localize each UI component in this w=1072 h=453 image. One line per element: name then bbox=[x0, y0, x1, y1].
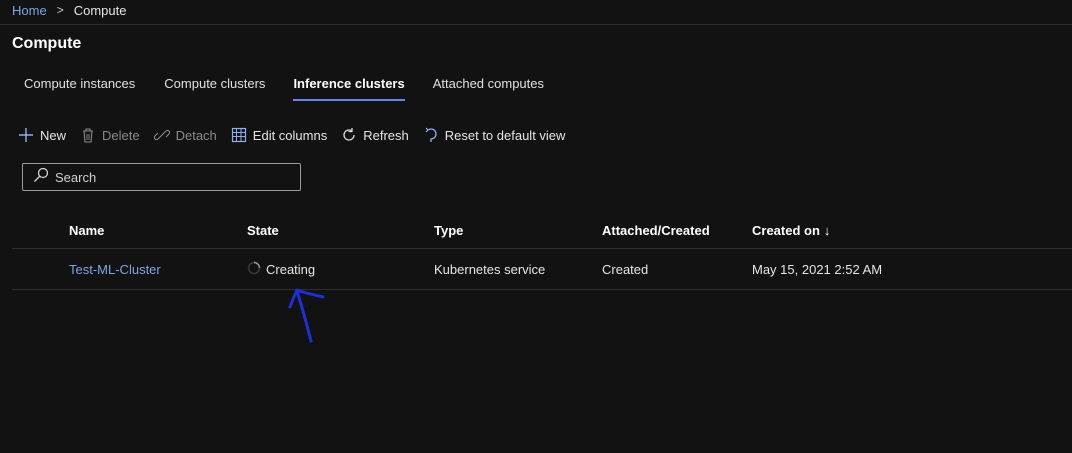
tab-inference-clusters[interactable]: Inference clusters bbox=[293, 76, 406, 101]
cell-attached-created: Created bbox=[602, 261, 649, 277]
search-icon bbox=[33, 167, 49, 188]
column-header-type[interactable]: Type bbox=[434, 223, 602, 238]
state-text: Creating bbox=[266, 261, 316, 277]
reset-view-button[interactable]: Reset to default view bbox=[423, 124, 566, 146]
refresh-button[interactable]: Refresh bbox=[341, 124, 409, 146]
column-header-created-on[interactable]: Created on ↓ bbox=[752, 223, 952, 238]
cell-type: Kubernetes service bbox=[434, 261, 546, 277]
search-input[interactable] bbox=[55, 169, 285, 185]
page-title: Compute bbox=[12, 35, 82, 52]
spinner-icon bbox=[247, 261, 261, 278]
delete-label: Delete bbox=[102, 127, 140, 143]
annotation-arrow-icon bbox=[288, 288, 325, 343]
compute-tabs: Compute instances Compute clusters Infer… bbox=[24, 76, 544, 101]
detach-label: Detach bbox=[175, 127, 217, 143]
columns-grid-icon bbox=[231, 127, 247, 143]
column-header-state[interactable]: State bbox=[247, 223, 434, 238]
edit-columns-label: Edit columns bbox=[252, 127, 328, 143]
table-row[interactable]: Test-ML-Cluster Creating Kubernetes serv… bbox=[12, 249, 1072, 290]
search-box[interactable] bbox=[22, 163, 301, 191]
delete-button[interactable]: Delete bbox=[80, 124, 140, 146]
table-header: Name State Type Attached/Created Created… bbox=[12, 212, 1072, 249]
plus-icon bbox=[18, 127, 34, 143]
inference-clusters-table: Name State Type Attached/Created Created… bbox=[12, 212, 1072, 290]
trash-icon bbox=[80, 127, 96, 143]
breadcrumb-home-link[interactable]: Home bbox=[12, 3, 47, 18]
tab-attached-computes[interactable]: Attached computes bbox=[433, 76, 544, 101]
cell-created-on: May 15, 2021 2:52 AM bbox=[752, 261, 883, 277]
new-button[interactable]: New bbox=[18, 124, 66, 146]
breadcrumb-current: Compute bbox=[73, 2, 127, 18]
column-header-name[interactable]: Name bbox=[12, 223, 247, 238]
tab-compute-clusters[interactable]: Compute clusters bbox=[164, 76, 265, 101]
breadcrumb: Home > Compute bbox=[12, 0, 126, 20]
refresh-icon bbox=[341, 127, 357, 143]
edit-columns-button[interactable]: Edit columns bbox=[231, 124, 327, 146]
breadcrumb-separator: > bbox=[56, 3, 64, 17]
detach-button[interactable]: Detach bbox=[153, 124, 217, 146]
reset-view-label: Reset to default view bbox=[444, 127, 566, 143]
command-bar: New Delete Detach Edit columns Refresh R… bbox=[18, 124, 579, 146]
header-divider bbox=[0, 24, 1072, 25]
column-header-attached-created[interactable]: Attached/Created bbox=[602, 223, 752, 238]
link-icon bbox=[153, 127, 170, 143]
cluster-name-link[interactable]: Test-ML-Cluster bbox=[69, 262, 161, 277]
tab-compute-instances[interactable]: Compute instances bbox=[24, 76, 135, 101]
refresh-label: Refresh bbox=[363, 127, 409, 143]
created-on-label: Created on bbox=[752, 222, 820, 238]
reset-icon bbox=[423, 127, 439, 143]
new-label: New bbox=[40, 127, 67, 143]
cell-state: Creating bbox=[247, 261, 434, 278]
sort-down-icon: ↓ bbox=[823, 222, 831, 238]
cell-name: Test-ML-Cluster bbox=[12, 262, 247, 277]
